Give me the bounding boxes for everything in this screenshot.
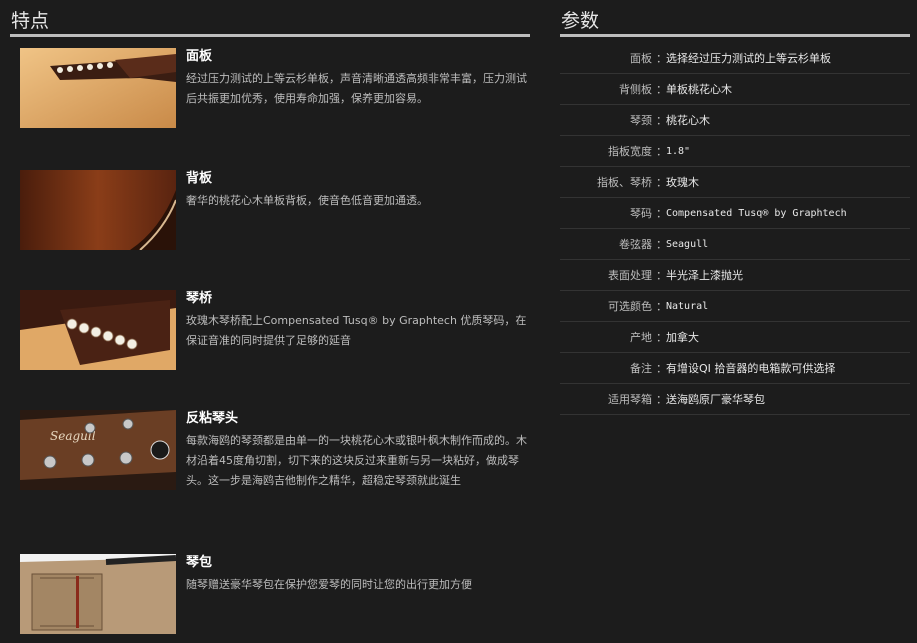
spec-row: 卷弦器 ： Seagull	[560, 229, 910, 260]
spec-separator: ：	[656, 362, 667, 375]
bridge-pins-photo	[20, 290, 176, 370]
spec-value: 单板桃花心木	[666, 83, 732, 96]
feature-title: 背板	[186, 171, 213, 186]
spec-row: 产地 ：加拿大	[560, 322, 910, 353]
feature-title: 面板	[186, 49, 213, 64]
spec-row: 面板 ：选择经过压力测试的上等云杉单板	[560, 43, 910, 74]
spec-value: 1.8"	[666, 145, 691, 157]
spec-separator: ：	[656, 176, 667, 189]
spec-row: 指板、琴桥 ：玫瑰木	[560, 167, 910, 198]
spec-value: 加拿大	[666, 331, 699, 344]
spec-separator: ：	[656, 269, 667, 282]
spec-separator: ：	[656, 300, 667, 313]
spec-row: 备注 ：有增设QI 拾音器的电箱款可供选择	[560, 353, 910, 384]
spec-key: 备注	[630, 362, 652, 375]
spec-key: 可选颜色	[608, 300, 652, 313]
spec-row: 琴颈 ：桃花心木	[560, 105, 910, 136]
spec-separator: ：	[656, 145, 667, 158]
spec-key: 卷弦器	[619, 238, 652, 251]
spec-value: Seagull	[666, 238, 709, 250]
spec-key: 产地	[630, 331, 652, 344]
feature-desc: 经过压力测试的上等云杉单板，声音清晰通透高频非常丰富，压力测试后共振更加优秀，使…	[186, 72, 527, 105]
spec-value: 玫瑰木	[666, 176, 699, 189]
spec-row: 背侧板 ：单板桃花心木	[560, 74, 910, 105]
spec-key: 面板	[630, 52, 652, 65]
headstock-photo: Seagull	[20, 410, 176, 490]
spec-key: 背侧板	[619, 83, 652, 96]
specs-heading: 参数	[560, 8, 910, 37]
spec-row: 适用琴箱 ：送海鸥原厂豪华琴包	[560, 384, 910, 415]
feature-title: 琴包	[186, 555, 213, 570]
spec-key: 指板、琴桥	[597, 176, 652, 189]
spec-separator: ：	[656, 52, 667, 65]
mahogany-back-photo	[20, 170, 176, 250]
spec-key: 适用琴箱	[608, 393, 652, 406]
spec-value: Natural	[666, 300, 709, 312]
feature-title: 琴桥	[186, 291, 213, 306]
spec-row: 可选颜色 ： Natural	[560, 291, 910, 322]
spec-value: 桃花心木	[666, 114, 710, 127]
spec-row: 表面处理 ：半光泽上漆抛光	[560, 260, 910, 291]
spec-key: 指板宽度	[608, 145, 652, 158]
feature-desc: 玫瑰木琴桥配上Compensated Tusq® by Graphtech 优质…	[186, 314, 527, 347]
spec-key: 表面处理	[608, 269, 652, 282]
spec-key: 琴颈	[630, 114, 652, 127]
spec-separator: ：	[656, 83, 667, 96]
spec-row: 指板宽度 ： 1.8"	[560, 136, 910, 167]
spec-key: 琴码	[630, 207, 652, 220]
spec-value: 有增设QI 拾音器的电箱款可供选择	[666, 362, 836, 375]
spec-separator: ：	[656, 393, 667, 406]
guitar-top-bridge-photo	[20, 48, 176, 128]
spec-separator: ：	[656, 207, 667, 220]
spec-value: 半光泽上漆抛光	[666, 269, 743, 282]
spec-separator: ：	[656, 114, 667, 127]
features-heading: 特点	[10, 8, 530, 37]
feature-desc: 每款海鸥的琴颈都是由单一的一块桃花心木或银叶枫木制作而成的。木材沿着45度角切割…	[186, 434, 527, 487]
gig-bag-photo	[20, 554, 176, 634]
specs-table: 面板：选择经过压力测试的上等云杉单板 背侧板：单板桃花心木 琴颈：桃花心木 指板宽度：…	[560, 43, 910, 415]
feature-title: 反粘琴头	[186, 411, 239, 426]
features-section: 特点 面板 经过压力测试的上等云杉单板，声音清晰通透高频非常丰富，压力测试后共振…	[10, 8, 530, 634]
feature-desc: 奢华的桃花心木单板背板，使音色低音更加通透。	[186, 194, 428, 207]
specs-section: 参数 面板：选择经过压力测试的上等云杉单板 背侧板：单板桃花心木 琴颈：桃花心木 指板…	[560, 8, 910, 415]
spec-value: 选择经过压力测试的上等云杉单板	[666, 52, 831, 65]
spec-row: 琴码 ： Compensated Tusq® by Graphtech	[560, 198, 910, 229]
feature-desc: 随琴赠送豪华琴包在保护您爱琴的同时让您的出行更加方便	[186, 578, 472, 591]
spec-value: Compensated Tusq® by Graphtech	[666, 207, 847, 219]
spec-value: 送海鸥原厂豪华琴包	[666, 393, 765, 406]
spec-separator: ：	[656, 331, 667, 344]
spec-separator: ：	[656, 238, 667, 251]
